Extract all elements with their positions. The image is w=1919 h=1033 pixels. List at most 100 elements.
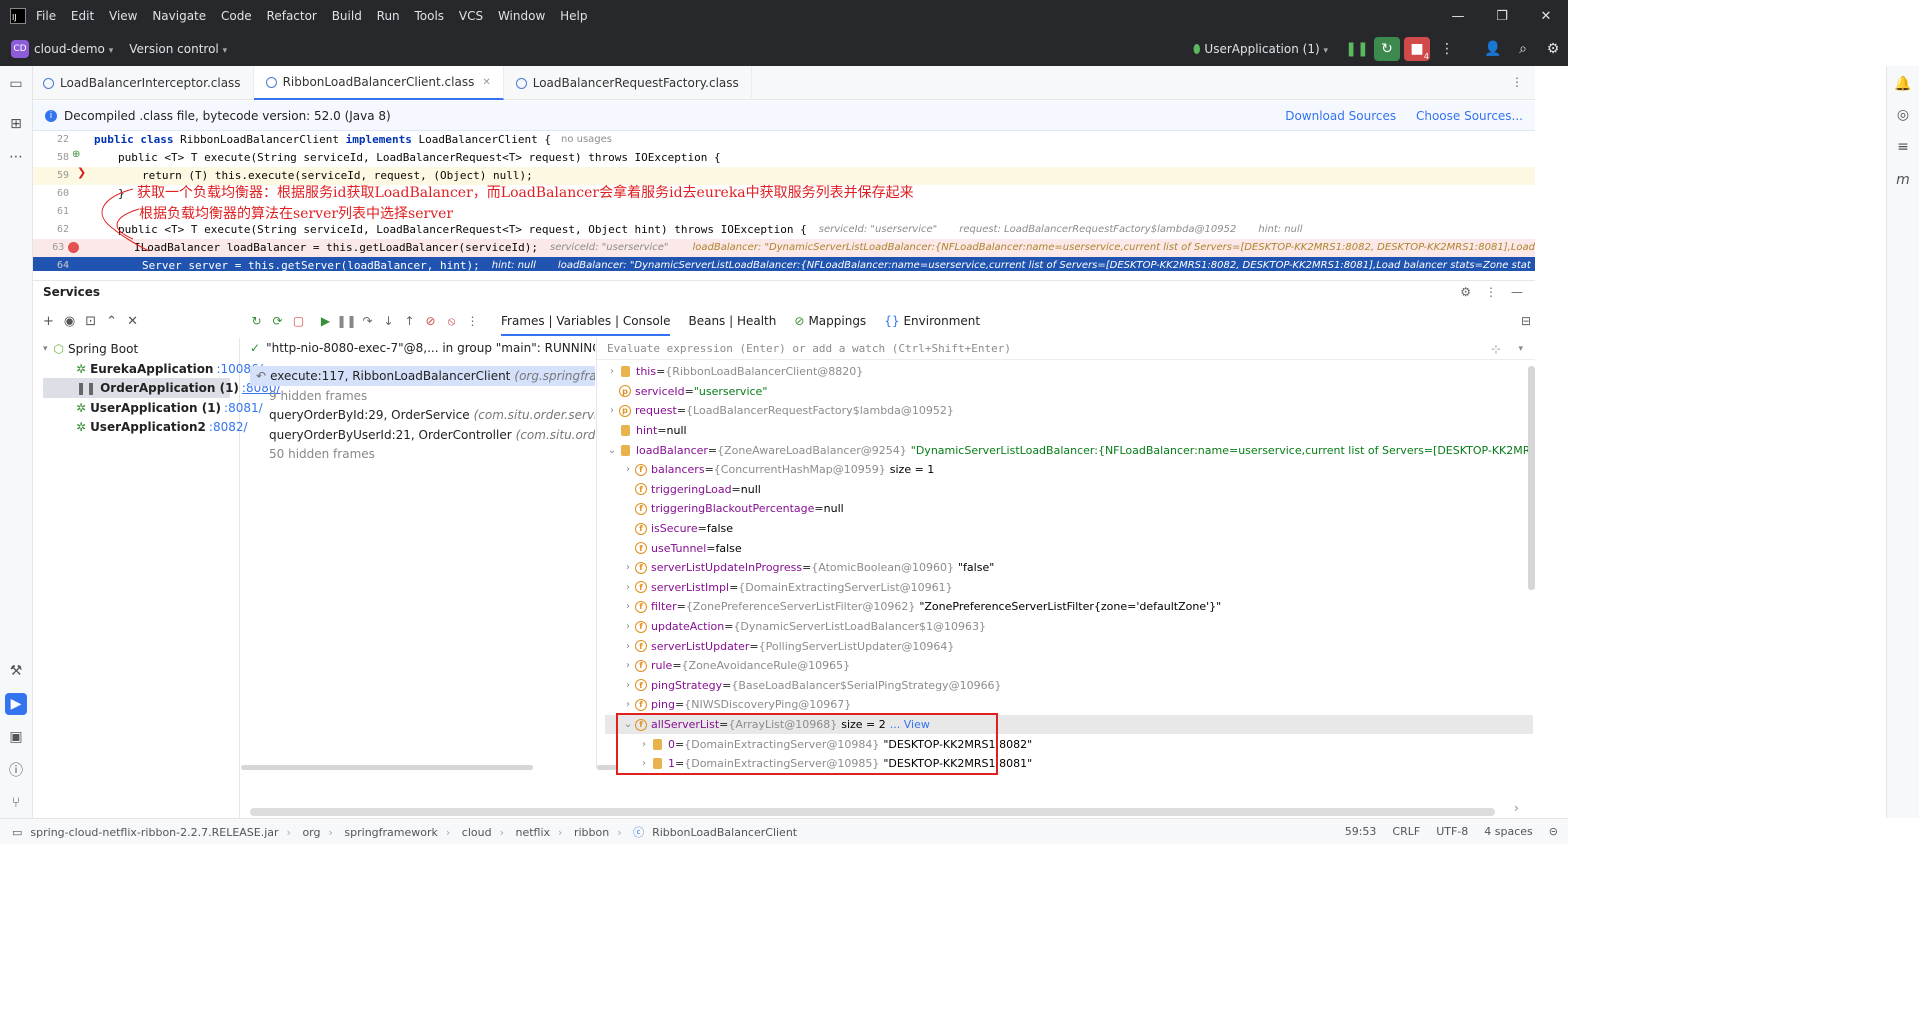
variable-row[interactable]: › f filter = {ZonePreferenceServerListFilt… — [621, 597, 1221, 617]
tab-ribbon-load-balancer-client[interactable]: RibbonLoadBalancerClient.class ✕ — [253, 66, 504, 100]
usages-hint[interactable]: no usages — [561, 134, 612, 145]
menu-file[interactable]: File — [36, 9, 56, 23]
tree-node-user[interactable]: ✲ UserApplication (1):8081/ — [43, 398, 263, 418]
read-only-lock-icon[interactable]: ⊝ — [1549, 825, 1558, 838]
expand-toggle-icon[interactable]: ⌄ — [605, 445, 619, 456]
menu-vcs[interactable]: VCS — [459, 9, 483, 23]
variable-row[interactable]: f triggeringLoad = null — [621, 480, 761, 500]
resume-icon[interactable]: ▶ — [315, 311, 336, 331]
close-icon[interactable]: ✕ — [1524, 0, 1568, 32]
variable-row[interactable]: › f pingStrategy = {BaseLoadBalancer$Seria… — [621, 676, 1006, 696]
breadcrumb-item[interactable]: netflix — [516, 826, 551, 839]
step-over-icon[interactable]: ↷ — [357, 311, 378, 331]
frame-item[interactable]: queryOrderById:29, OrderService (com.situ… — [250, 405, 595, 425]
menu-tools[interactable]: Tools — [415, 9, 445, 23]
pause-icon[interactable]: ❚❚ — [336, 311, 357, 331]
structure-icon[interactable]: ⊞ — [5, 113, 27, 135]
git-icon[interactable]: ⑂ — [5, 792, 27, 814]
expand-toggle-icon[interactable]: › — [621, 641, 635, 652]
frame-item[interactable]: queryOrderByUserId:21, OrderController (c… — [250, 425, 595, 445]
download-sources-link[interactable]: Download Sources — [1285, 109, 1396, 123]
minimize-icon[interactable]: — — [1436, 0, 1480, 32]
variable-row[interactable]: › p request = {LoadBalancerRequestFactory$… — [605, 401, 958, 421]
line-separator[interactable]: CRLF — [1392, 825, 1420, 838]
variable-row[interactable]: › f balancers = {ConcurrentHashMap@10959} … — [621, 460, 934, 480]
more-tools-icon[interactable]: ⋯ — [5, 146, 27, 168]
layout-icon[interactable]: ⊟ — [1521, 314, 1531, 328]
step-into-icon[interactable]: ↓ — [378, 311, 399, 331]
breadcrumb-item[interactable]: cloud — [462, 826, 492, 839]
restore-icon[interactable]: ❐ — [1480, 0, 1524, 32]
menu-edit[interactable]: Edit — [71, 9, 94, 23]
bottom-horizontal-scrollbar[interactable] — [250, 808, 1495, 816]
menu-view[interactable]: View — [109, 9, 137, 23]
maven-icon[interactable]: m — [1892, 169, 1914, 191]
hidden-frames-toggle[interactable]: 50 hidden frames — [250, 444, 595, 464]
variable-row[interactable]: › f serverListUpdateInProgress = {AtomicBo… — [621, 558, 994, 578]
tabs-more-icon[interactable]: ⋮ — [1511, 75, 1523, 89]
tree-node-user2[interactable]: ✲ UserApplication2:8082/ — [43, 417, 248, 437]
cursor-position[interactable]: 59:53 — [1345, 825, 1377, 838]
pause-icon[interactable]: ❚❚ — [1344, 37, 1370, 61]
new-group-icon[interactable]: ⊡ — [85, 314, 96, 329]
restart-icon[interactable]: ⟳ — [267, 311, 288, 331]
search-icon[interactable]: ⌕ — [1510, 37, 1536, 61]
variable-row[interactable]: p serviceId = "userservice" — [605, 382, 767, 402]
run-config-selector[interactable]: ⬮ UserApplication (1) ▾ — [1193, 42, 1328, 57]
add-user-icon[interactable]: 👤 — [1480, 37, 1506, 61]
menu-run[interactable]: Run — [377, 9, 400, 23]
variable-row[interactable]: › f rule = {ZoneAvoidanceRule@10965} — [621, 656, 854, 676]
hide-panel-icon[interactable]: — — [1511, 285, 1523, 299]
menu-window[interactable]: Window — [498, 9, 545, 23]
variable-row[interactable]: › f updateAction = {DynamicServerListLoadB… — [621, 617, 990, 637]
services-icon[interactable]: ▶ — [5, 693, 27, 715]
breadcrumb-item[interactable]: ribbon — [574, 826, 609, 839]
expand-toggle-icon[interactable]: › — [621, 660, 635, 671]
rerun-icon[interactable]: ↻ — [1374, 37, 1400, 61]
view-options-icon[interactable]: ⚙ — [1460, 285, 1471, 299]
tab-beans-health[interactable]: Beans | Health — [688, 314, 776, 328]
variable-row[interactable]: ⌄ loadBalancer = {ZoneAwareLoadBalancer@9… — [605, 440, 1535, 460]
variable-row[interactable]: f triggeringBlackoutPercentage = null — [621, 499, 844, 519]
tab-load-balancer-request-factory[interactable]: LoadBalancerRequestFactory.class — [504, 66, 752, 100]
rerun-icon[interactable]: ↻ — [246, 311, 267, 331]
expand-all-icon[interactable]: ⌃ — [106, 314, 117, 329]
tree-node-eureka[interactable]: ✲ EurekaApplication:10086/ — [43, 359, 263, 379]
expand-toggle-icon[interactable]: › — [621, 582, 635, 593]
mute-breakpoints-icon[interactable]: ⦸ — [441, 311, 462, 331]
expand-toggle-icon[interactable]: › — [621, 562, 635, 573]
add-watch-icon[interactable]: ⊹ — [1491, 342, 1501, 356]
tree-node-spring-boot[interactable]: ▾ ⬡ Spring Boot — [43, 339, 138, 359]
breadcrumb-item[interactable]: RibbonLoadBalancerClient — [652, 826, 797, 839]
thread-selector[interactable]: ✓ "http-nio-8080-exec-7"@8,... in group "… — [250, 338, 595, 358]
collapse-all-icon[interactable]: ✕ — [127, 314, 138, 329]
evaluate-expression-input[interactable]: Evaluate expression (Enter) or add a wat… — [597, 338, 1535, 360]
tab-mappings[interactable]: ⊘ Mappings — [794, 314, 866, 328]
menu-help[interactable]: Help — [560, 9, 587, 23]
chevron-down-icon[interactable]: ▾ — [1518, 344, 1523, 354]
variables-vertical-scrollbar[interactable] — [1528, 366, 1535, 590]
choose-sources-link[interactable]: Choose Sources... — [1416, 109, 1523, 123]
variable-row[interactable]: › f serverListImpl = {DomainExtractingServ… — [621, 578, 957, 598]
close-tab-icon[interactable]: ✕ — [482, 77, 490, 88]
menu-refactor[interactable]: Refactor — [267, 9, 317, 23]
more-icon[interactable]: ⋮ — [462, 311, 483, 331]
variable-row[interactable]: › f serverListUpdater = {PollingServerList… — [621, 636, 958, 656]
problems-icon[interactable]: ⓘ — [5, 759, 27, 781]
expand-toggle-icon[interactable]: › — [621, 464, 635, 475]
tab-frames-variables-console[interactable]: Frames | Variables | Console — [501, 306, 671, 336]
frame-item[interactable]: ↶ execute:117, RibbonLoadBalancerClient (o… — [250, 366, 595, 386]
variable-row[interactable]: › f ping = {NIWSDiscoveryPing@10967} — [621, 695, 855, 715]
expand-toggle-icon[interactable]: › — [605, 405, 619, 416]
menu-navigate[interactable]: Navigate — [152, 9, 206, 23]
variable-row[interactable]: f useTunnel = false — [621, 538, 742, 558]
more-icon[interactable]: ⋮ — [1485, 285, 1497, 299]
add-service-icon[interactable]: + — [43, 314, 54, 329]
expand-toggle-icon[interactable]: › — [621, 621, 635, 632]
settings-gear-icon[interactable]: ⚙ — [1540, 37, 1566, 61]
tab-load-balancer-interceptor[interactable]: LoadBalancerInterceptor.class — [33, 66, 254, 100]
stop-button[interactable]: ■ 4 — [1404, 37, 1430, 61]
file-encoding[interactable]: UTF-8 — [1436, 825, 1468, 838]
view-breakpoints-icon[interactable]: ⊘ — [420, 311, 441, 331]
menu-build[interactable]: Build — [332, 9, 362, 23]
